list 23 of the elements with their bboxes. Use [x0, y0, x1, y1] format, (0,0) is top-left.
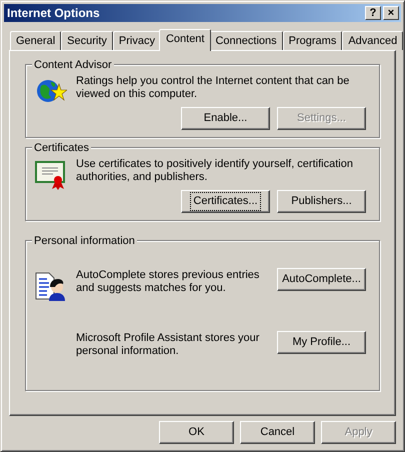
dialog-button[interactable]: AutoComplete...: [277, 268, 366, 291]
description: AutoComplete stores previous entries and suggests matches for you.: [76, 269, 260, 295]
tab[interactable]: General: [10, 31, 62, 50]
tab[interactable]: Security: [61, 31, 113, 50]
description: Ratings help you control the Internet content that can be viewed on this computer.: [76, 75, 350, 101]
tab[interactable]: Programs: [282, 31, 342, 50]
certificate-icon: [35, 158, 67, 190]
dialog-button[interactable]: Enable...: [181, 107, 270, 130]
dialog-button[interactable]: Publishers...: [277, 190, 366, 213]
description: Use certificates to positively identify yourself, certification authorities, and publishers.: [76, 158, 354, 184]
dialog-button[interactable]: Cancel: [240, 421, 315, 444]
tab[interactable]: Advanced: [342, 31, 404, 50]
document-person-icon: [35, 271, 67, 303]
window-title: Internet Options: [7, 5, 100, 22]
close-button[interactable]: ×: [383, 6, 399, 20]
help-button[interactable]: ?: [365, 6, 381, 20]
tab[interactable]: Connections: [209, 31, 283, 50]
tab[interactable]: Content: [158, 29, 212, 51]
dialog-button[interactable]: My Profile...: [277, 331, 366, 354]
dialog-button[interactable]: OK: [159, 421, 234, 444]
dialog-button[interactable]: Certificates...: [181, 190, 270, 213]
tab[interactable]: Privacy: [112, 31, 161, 50]
description: Microsoft Profile Assistant stores your personal information.: [76, 332, 260, 358]
